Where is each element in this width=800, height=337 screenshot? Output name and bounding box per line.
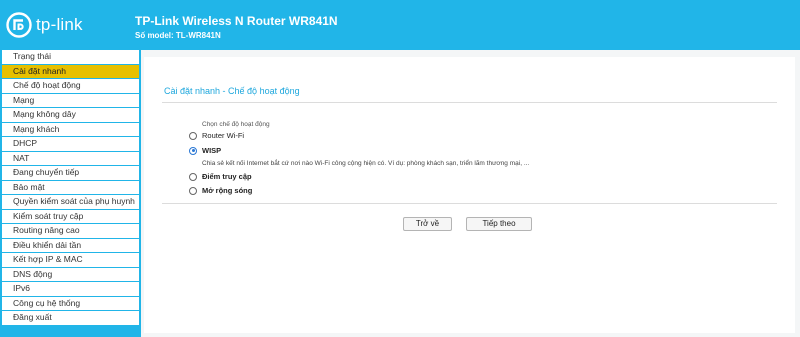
sidebar-item-parental-control[interactable]: Quyền kiểm soát của phụ huynh — [2, 195, 139, 209]
operation-mode-label: Chọn chế độ hoạt động — [202, 121, 270, 128]
wisp-description: Chia sẻ kết nối Internet bắt cứ nơi nào … — [202, 160, 530, 167]
access-point-radio[interactable] — [189, 172, 197, 181]
sidebar-item-security[interactable]: Bảo mật — [2, 180, 139, 194]
page-title: Cài đặt nhanh - Chế độ hoạt động — [164, 86, 300, 96]
range-extender-label: Mở rộng sóng — [202, 186, 253, 195]
sidebar-item-nat[interactable]: NAT — [2, 151, 139, 165]
title-divider — [162, 102, 777, 103]
sidebar-item-status[interactable]: Trạng thái — [2, 50, 139, 64]
brand-name: tp-link — [36, 15, 83, 34]
options-divider — [162, 203, 777, 204]
wisp-label: WISP — [202, 146, 222, 155]
sidebar-item-forwarding[interactable]: Đang chuyển tiếp — [2, 166, 139, 180]
tp-link-logo-icon — [6, 12, 32, 38]
sidebar-item-logout[interactable]: Đăng xuất — [2, 311, 139, 325]
wisp-radio-option[interactable]: WISP — [189, 146, 221, 155]
sidebar: Trạng thái Cài đặt nhanh Chế độ hoạt độn… — [0, 50, 141, 337]
sidebar-item-network[interactable]: Mạng — [2, 93, 139, 107]
sidebar-item-advanced-routing[interactable]: Routing nâng cao — [2, 224, 139, 238]
sidebar-item-guest-network[interactable]: Mạng khách — [2, 122, 139, 136]
back-button[interactable]: Trở về — [403, 217, 452, 231]
router-wifi-radio[interactable] — [189, 131, 197, 140]
router-wifi-label: Router Wi-Fi — [202, 131, 245, 140]
sidebar-item-access-control[interactable]: Kiểm soát truy cập — [2, 209, 139, 223]
sidebar-item-dhcp[interactable]: DHCP — [2, 137, 139, 151]
access-point-radio-option[interactable]: Điểm truy cập — [189, 172, 252, 181]
sidebar-item-operation-mode[interactable]: Chế độ hoạt động — [2, 79, 139, 93]
access-point-label: Điểm truy cập — [202, 172, 252, 181]
sidebar-item-ipv6[interactable]: IPv6 — [2, 282, 139, 296]
main-content: Cài đặt nhanh - Chế độ hoạt động Chọn ch… — [141, 50, 800, 337]
content-panel: Cài đặt nhanh - Chế độ hoạt động Chọn ch… — [144, 57, 795, 333]
tp-link-logo[interactable]: tp-link — [6, 11, 83, 39]
sidebar-item-bandwidth-control[interactable]: Điều khiển dải tần — [2, 238, 139, 252]
router-title: TP-Link Wireless N Router WR841N — [135, 14, 338, 28]
sidebar-item-wireless[interactable]: Mạng không dây — [2, 108, 139, 122]
sidebar-item-ip-mac-binding[interactable]: Kết hợp IP & MAC — [2, 253, 139, 267]
sidebar-item-system-tools[interactable]: Công cụ hệ thống — [2, 296, 139, 310]
sidebar-nav: Trạng thái Cài đặt nhanh Chế độ hoạt độn… — [0, 50, 141, 325]
header-bar: tp-link TP-Link Wireless N Router WR841N… — [0, 0, 800, 50]
sidebar-item-quick-setup[interactable]: Cài đặt nhanh — [2, 64, 139, 78]
router-model: Số model: TL-WR841N — [135, 31, 221, 40]
next-button[interactable]: Tiếp theo — [466, 217, 532, 231]
wisp-radio[interactable] — [189, 146, 197, 155]
sidebar-item-dynamic-dns[interactable]: DNS động — [2, 267, 139, 281]
range-extender-radio[interactable] — [189, 186, 197, 195]
range-extender-radio-option[interactable]: Mở rộng sóng — [189, 186, 252, 195]
router-wifi-radio-option[interactable]: Router Wi-Fi — [189, 131, 244, 140]
